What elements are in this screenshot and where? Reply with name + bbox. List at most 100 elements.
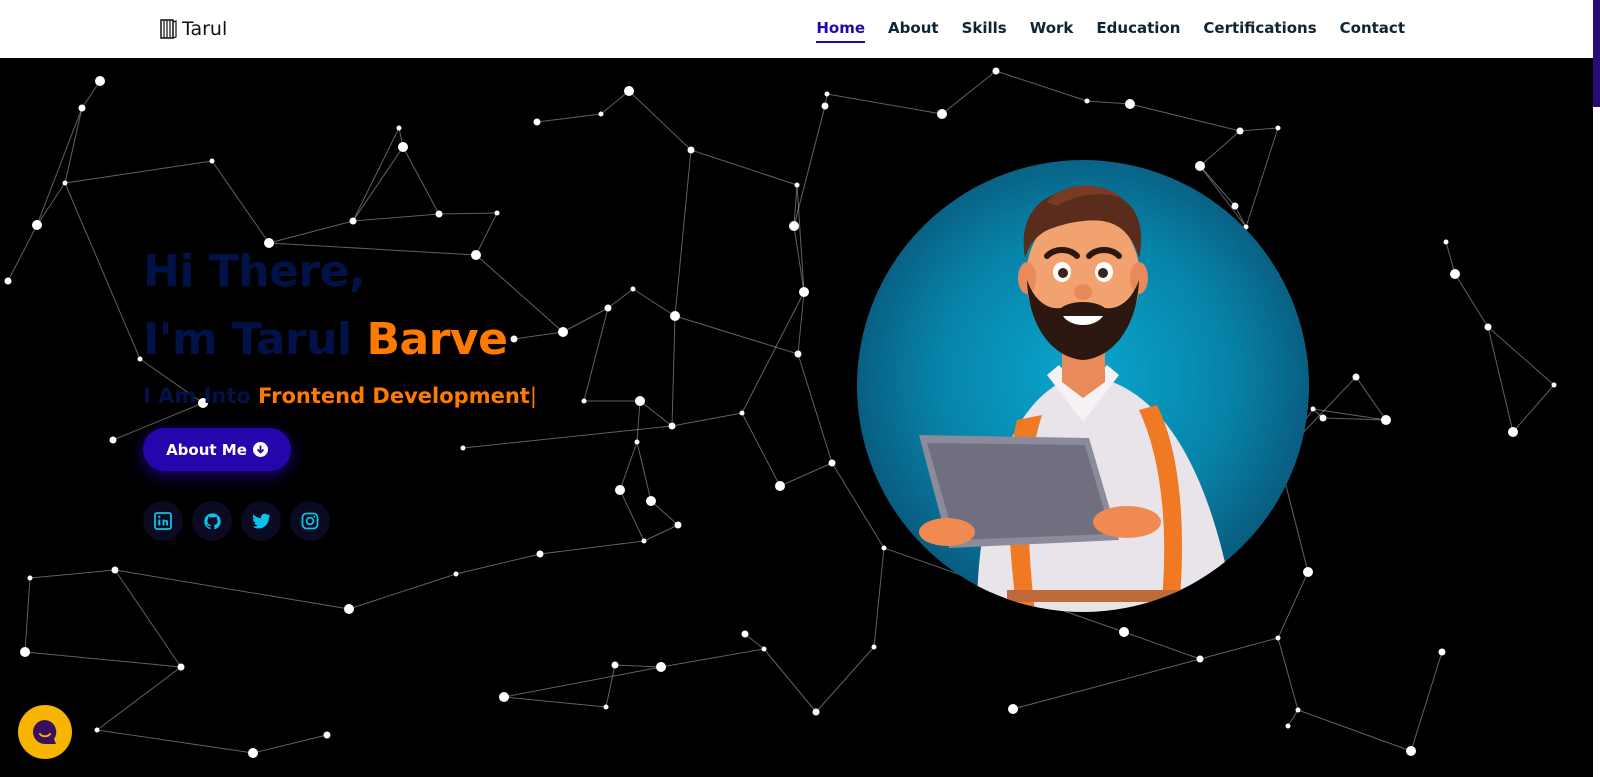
network-link — [1245, 127, 1279, 228]
network-link — [636, 400, 641, 443]
network-node — [1406, 746, 1416, 756]
cartoon-developer-avatar — [919, 185, 1235, 612]
network-link — [114, 569, 350, 610]
instagram-icon — [301, 512, 319, 530]
network-node — [775, 481, 785, 491]
network-link — [539, 540, 645, 555]
network-link — [352, 127, 400, 222]
network-link — [7, 224, 38, 282]
network-node — [1508, 427, 1518, 437]
network-link — [605, 664, 616, 708]
network-node — [209, 158, 215, 164]
network-link — [252, 734, 328, 754]
nav-link-home[interactable]: Home — [816, 19, 865, 43]
network-node — [1450, 269, 1460, 279]
network-link — [643, 524, 679, 542]
network-node — [20, 647, 30, 657]
network-node — [741, 630, 749, 638]
network-node — [177, 663, 185, 671]
network-link — [114, 569, 182, 668]
network-link — [536, 113, 602, 123]
network-link — [815, 646, 875, 713]
network-node — [1285, 723, 1291, 729]
network-node — [1381, 415, 1391, 425]
nav-link-work[interactable]: Work — [1030, 19, 1074, 41]
network-node — [992, 67, 1000, 75]
network-link — [503, 666, 662, 698]
role-typed-text: Frontend Development — [258, 384, 530, 408]
twitter-link[interactable] — [241, 501, 281, 541]
network-node — [1119, 627, 1129, 637]
github-icon — [203, 512, 221, 529]
network-link — [600, 90, 630, 115]
nav-link-certifications[interactable]: Certifications — [1203, 19, 1316, 41]
network-link — [1123, 631, 1201, 660]
network-link — [1487, 326, 1514, 433]
network-node — [668, 422, 676, 430]
network-link — [744, 633, 765, 650]
network-node — [611, 661, 619, 669]
network-link — [64, 182, 141, 360]
network-node — [62, 180, 68, 186]
network-link — [690, 149, 798, 186]
profile-avatar — [857, 160, 1309, 612]
network-node — [32, 220, 42, 230]
network-node — [435, 210, 443, 218]
network-node — [581, 398, 587, 404]
chat-bubble-icon — [33, 720, 57, 744]
network-node — [396, 125, 402, 131]
network-node — [1295, 707, 1301, 713]
network-node — [344, 604, 354, 614]
network-node — [656, 662, 666, 672]
network-link — [24, 651, 182, 668]
network-link — [614, 664, 662, 668]
network-node — [1310, 406, 1316, 412]
network-link — [639, 400, 673, 427]
nav-link-contact[interactable]: Contact — [1340, 19, 1405, 41]
nav-link-skills[interactable]: Skills — [962, 19, 1007, 41]
network-node — [349, 217, 357, 225]
brand-logo[interactable]: Tarul — [158, 18, 227, 40]
network-link — [64, 160, 213, 184]
network-node — [1275, 125, 1281, 131]
hero-name-last: Barve — [366, 314, 508, 365]
network-node — [824, 91, 830, 97]
network-link — [763, 648, 817, 713]
network-node — [670, 311, 680, 321]
about-me-button[interactable]: About Me — [143, 428, 291, 471]
twitter-icon — [252, 513, 270, 528]
network-link — [674, 315, 799, 355]
network-link — [583, 307, 609, 402]
chat-widget-button[interactable] — [18, 705, 72, 759]
instagram-link[interactable] — [290, 501, 330, 541]
network-node — [453, 571, 459, 577]
network-link — [797, 353, 833, 464]
github-link[interactable] — [192, 501, 232, 541]
hero-name-first: I'm Tarul — [143, 314, 367, 365]
network-node — [789, 221, 799, 231]
network-link — [607, 288, 634, 309]
network-node — [634, 439, 640, 445]
network-node — [1438, 648, 1446, 656]
network-link — [455, 553, 541, 575]
network-node — [94, 727, 100, 733]
network-link — [462, 425, 673, 449]
nav-link-education[interactable]: Education — [1096, 19, 1180, 41]
network-node — [1319, 414, 1327, 422]
network-node — [533, 118, 541, 126]
network-link — [29, 569, 116, 579]
network-node — [1443, 239, 1449, 245]
network-link — [348, 573, 457, 610]
scrollbar-track[interactable] — [1593, 0, 1600, 777]
network-node — [937, 109, 947, 119]
network-link — [211, 160, 270, 244]
network-link — [873, 547, 885, 648]
network-node — [624, 86, 634, 96]
nav-link-about[interactable]: About — [888, 19, 939, 41]
linkedin-link[interactable] — [143, 501, 183, 541]
network-node — [323, 731, 331, 739]
network-link — [671, 412, 743, 427]
network-node — [794, 350, 802, 358]
scrollbar-thumb[interactable] — [1593, 0, 1600, 107]
network-node — [1484, 323, 1492, 331]
